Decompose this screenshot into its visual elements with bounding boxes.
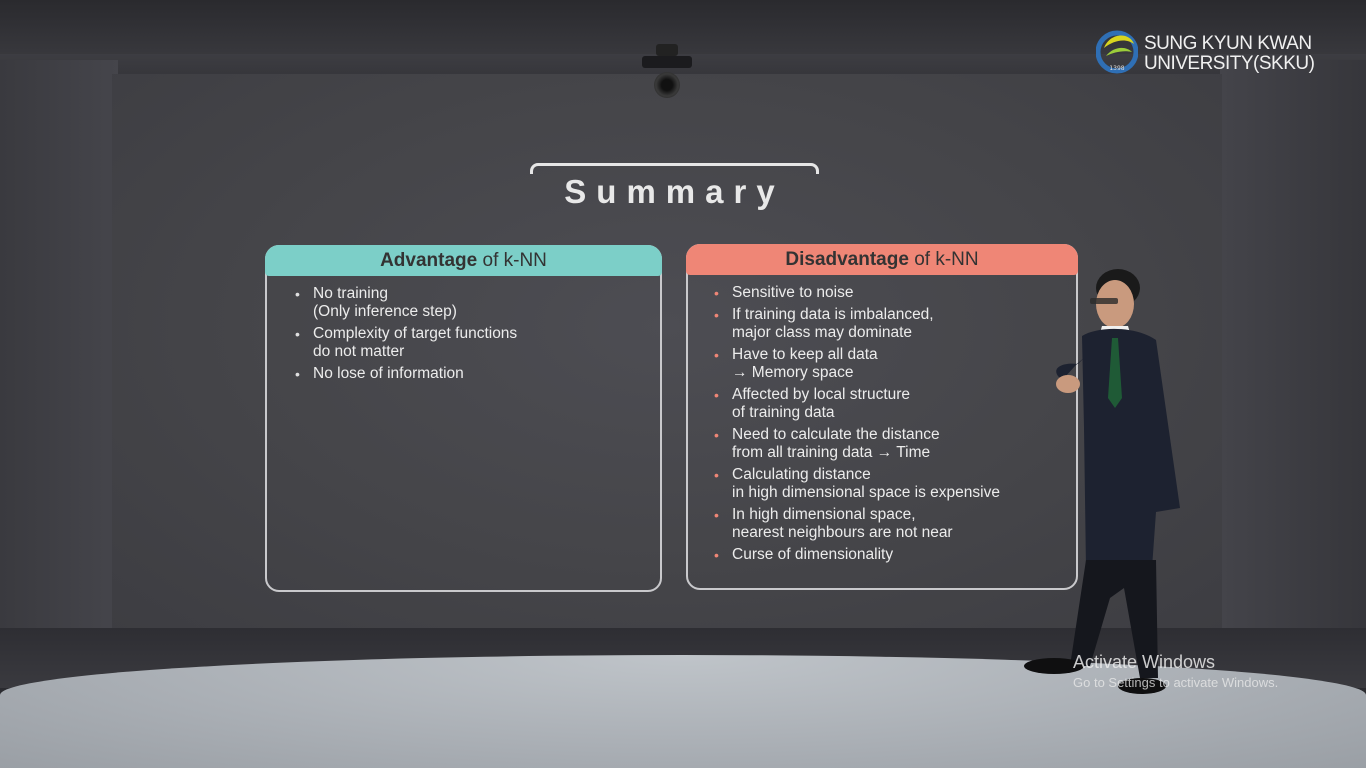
bullet-icon: • — [714, 387, 719, 403]
bullet-icon: • — [714, 307, 719, 323]
university-name: SUNG KYUN KWAN UNIVERSITY(SKKU) — [1144, 33, 1315, 74]
item-line: from all training data → Time — [732, 444, 931, 461]
item-line: nearest neighbours are not near — [732, 524, 953, 541]
studio-wall-left — [0, 60, 118, 660]
disadvantage-heading-bold: Disadvantage — [785, 249, 909, 270]
bullet-icon: • — [714, 467, 719, 483]
logo-line-1: SUNG KYUN KWAN — [1144, 33, 1312, 54]
list-item: • Affected by local structure of trainin… — [714, 386, 1000, 422]
seal-year: 1398 — [1109, 65, 1124, 72]
advantage-heading-rest: of k-NN — [477, 250, 547, 271]
list-item: • In high dimensional space, nearest nei… — [714, 506, 1000, 542]
list-item: • No training (Only inference step) — [295, 285, 517, 321]
item-line: Calculating distance — [732, 466, 871, 483]
bullet-icon: • — [714, 347, 719, 363]
slide-title: Summary — [564, 173, 785, 210]
bullet-icon: • — [714, 285, 719, 301]
item-line: If training data is imbalanced, — [732, 306, 934, 323]
list-item: • Complexity of target functions do not … — [295, 325, 517, 361]
item-line: Sensitive to noise — [732, 284, 854, 301]
item-line: major class may dominate — [732, 324, 913, 341]
disadvantage-list: • Sensitive to noise • If training data … — [714, 284, 1000, 568]
list-item: • No lose of information — [295, 365, 517, 383]
bullet-icon: • — [714, 547, 719, 563]
logo-line-2: UNIVERSITY(SKKU) — [1144, 53, 1315, 74]
university-logo: 1398 SUNG KYUN KWAN UNIVERSITY(SKKU) — [1096, 26, 1336, 80]
list-item: • If training data is imbalanced, major … — [714, 306, 1000, 342]
item-line: of training data — [732, 404, 835, 421]
list-item: • Have to keep all data → Memory space — [714, 346, 1000, 382]
disadvantage-heading-rest: of k-NN — [908, 249, 979, 270]
activation-watermark: Activate Windows Go to Settings to activ… — [1073, 651, 1278, 693]
advantage-list: • No training (Only inference step) • Co… — [295, 285, 517, 387]
item-line: (Only inference step) — [313, 303, 457, 320]
list-item: • Sensitive to noise — [714, 284, 1000, 302]
ceiling-camera-icon — [642, 42, 692, 98]
item-line: In high dimensional space, — [732, 506, 916, 523]
bullet-icon: • — [295, 326, 300, 342]
advantage-heading: Advantage of k-NN — [265, 245, 662, 276]
item-line: Curse of dimensionality — [732, 546, 894, 563]
list-item: • Curse of dimensionality — [714, 546, 1000, 564]
item-line: do not matter — [313, 343, 405, 360]
list-item: • Calculating distance in high dimension… — [714, 466, 1000, 502]
watermark-title: Activate Windows — [1073, 652, 1216, 672]
studio-wall-right — [1220, 60, 1366, 660]
skku-seal-icon: 1398 — [1096, 30, 1138, 74]
item-line: → Memory space — [732, 364, 854, 381]
bullet-icon: • — [295, 286, 300, 302]
presenter-figure — [1024, 269, 1180, 694]
item-line: Need to calculate the distance — [732, 426, 940, 443]
bullet-icon: • — [714, 507, 719, 523]
bullet-icon: • — [714, 427, 719, 443]
item-line: Complexity of target functions — [313, 325, 518, 342]
bullet-icon: • — [295, 366, 300, 382]
advantage-card: Advantage of k-NN • No training (Only in… — [265, 245, 662, 592]
list-item: • Need to calculate the distance from al… — [714, 426, 1000, 462]
item-line: Have to keep all data — [732, 346, 878, 363]
item-line: No lose of information — [313, 365, 464, 382]
item-line: in high dimensional space is expensive — [732, 484, 1000, 501]
watermark-subtitle: Go to Settings to activate Windows. — [1073, 675, 1279, 690]
item-line: Affected by local structure — [732, 386, 911, 403]
advantage-heading-bold: Advantage — [380, 250, 478, 271]
item-line: No training — [313, 285, 388, 302]
